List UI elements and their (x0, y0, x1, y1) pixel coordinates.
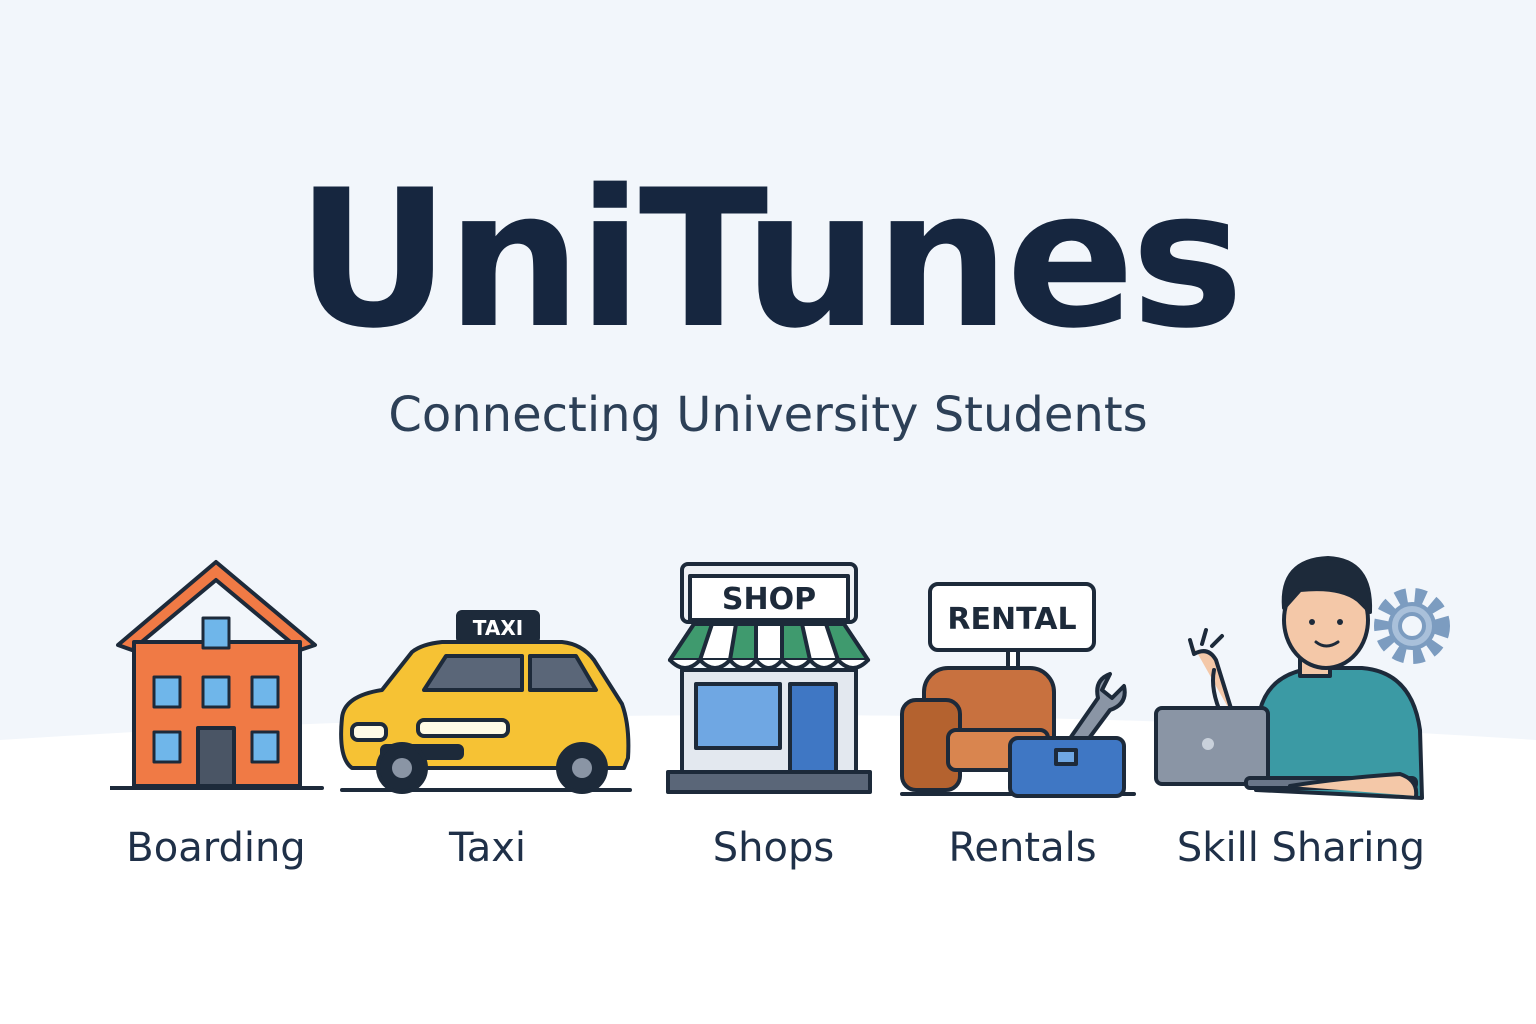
shop-icon[interactable]: SHOP (660, 560, 878, 800)
app-subtitle: Connecting University Students (388, 387, 1148, 443)
category-label-boarding: Boarding (126, 825, 306, 871)
taxi-icon[interactable]: TAXI (332, 608, 637, 798)
app-title: UniTunes (296, 149, 1244, 370)
category-label-shops: Shops (712, 825, 835, 871)
skill-sharing-icon[interactable] (1150, 550, 1465, 805)
gear-icon (1374, 588, 1450, 664)
category-label-skill-sharing: Skill Sharing (1176, 825, 1426, 871)
rental-sign-text: RENTAL (947, 602, 1076, 637)
shop-sign-text: SHOP (722, 582, 816, 617)
house-icon[interactable] (110, 550, 325, 800)
rental-icon[interactable]: RENTAL (898, 580, 1138, 800)
category-label-taxi: Taxi (448, 825, 527, 871)
category-label-rentals: Rentals (948, 825, 1097, 871)
taxi-sign-text: TAXI (473, 616, 523, 640)
